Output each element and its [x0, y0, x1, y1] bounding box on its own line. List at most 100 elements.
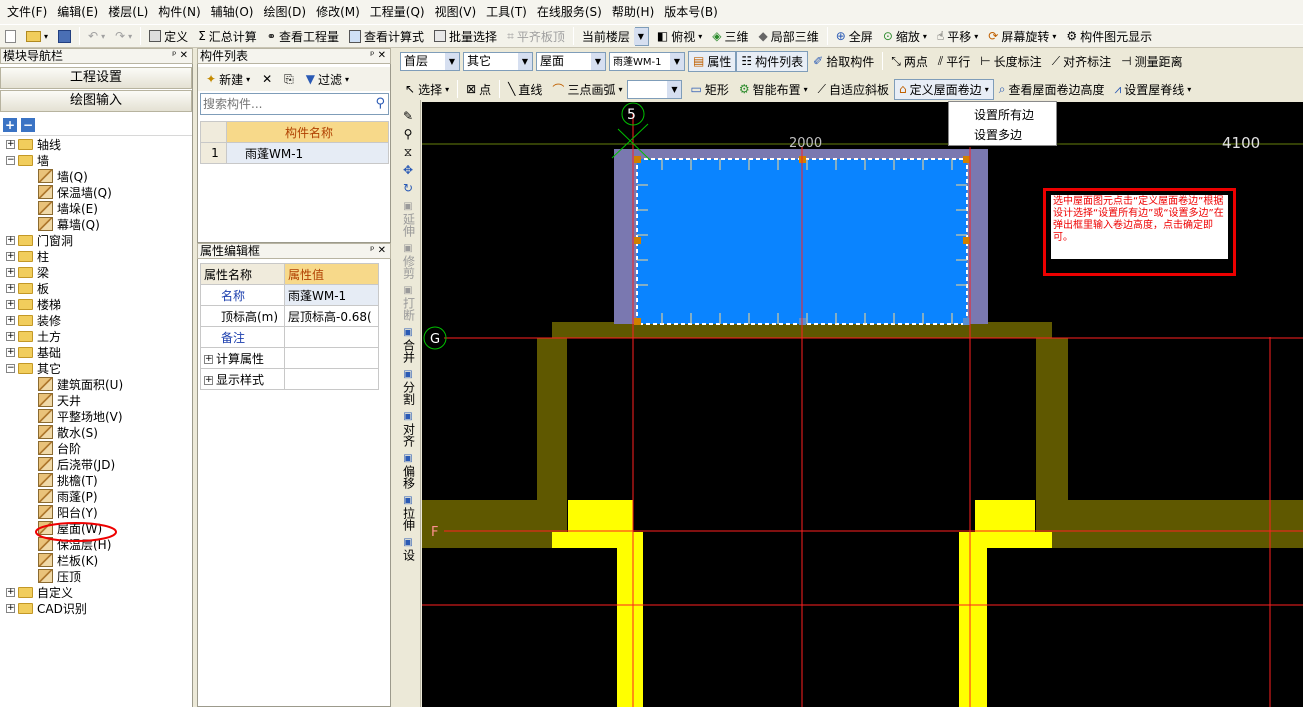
view-quantity-button[interactable]: ⚭ 查看工程量: [262, 26, 344, 47]
grip-handle[interactable]: [634, 237, 641, 244]
expand-icon[interactable]: +: [204, 375, 213, 385]
select-button[interactable]: ↖ 选择 ▾: [400, 79, 454, 100]
tree-leaf-item[interactable]: 散水(S): [0, 424, 190, 440]
property-value-cell[interactable]: [284, 326, 379, 348]
tree-leaf-item[interactable]: 墙(Q): [0, 168, 190, 184]
drawing-input-button[interactable]: 绘图输入: [0, 90, 192, 112]
property-row[interactable]: 顶标高(m) 层顶标高-0.68(: [200, 305, 379, 327]
current-floor-button[interactable]: 当前楼层: [577, 26, 635, 47]
vertical-tool-button[interactable]: ▣ 修剪: [395, 242, 421, 279]
menu-item[interactable]: 文件(F): [2, 1, 52, 23]
expand-all-icon[interactable]: +: [3, 118, 17, 132]
screen-rotate-button[interactable]: ⟳ 屏幕旋转 ▾: [983, 26, 1061, 47]
menu-item-set-all-edges[interactable]: 设置所有边: [949, 105, 1056, 125]
table-row[interactable]: 1 雨蓬WM-1: [200, 142, 389, 164]
search-icon[interactable]: ⚲: [375, 96, 385, 111]
pin-icon[interactable]: ᵖ ✕: [172, 49, 192, 63]
tree-folder-item[interactable]: + 板: [0, 280, 190, 296]
tree-leaf-item[interactable]: 墙垛(E): [0, 200, 190, 216]
collapse-all-icon[interactable]: −: [21, 118, 35, 132]
tree-leaf-item[interactable]: 阳台(Y): [0, 504, 190, 520]
property-value-cell[interactable]: [284, 368, 379, 390]
rectangle-button[interactable]: ▭ 矩形: [685, 79, 733, 100]
vt-icon-1[interactable]: ✎: [395, 110, 421, 123]
expand-icon[interactable]: +: [204, 354, 213, 364]
expand-icon[interactable]: +: [6, 267, 15, 277]
view-roll-height-button[interactable]: ⌕ 查看屋面卷边高度: [994, 79, 1110, 100]
tree-leaf-item[interactable]: 后浇带(JD): [0, 456, 190, 472]
filter-button[interactable]: ▼ 过滤 ▾: [301, 69, 354, 90]
pick-component-button[interactable]: ✐ 拾取构件: [808, 51, 879, 72]
tree-folder-item[interactable]: + 柱: [0, 248, 190, 264]
component-select[interactable]: 雨蓬WM-1 ▼: [609, 51, 685, 71]
grip-handle[interactable]: [634, 156, 641, 163]
property-row[interactable]: + 显示样式: [200, 368, 379, 390]
expand-icon[interactable]: +: [6, 315, 15, 325]
property-row[interactable]: 名称 雨蓬WM-1: [200, 284, 379, 306]
pin-icon[interactable]: ᵖ ✕: [370, 49, 390, 63]
menu-item[interactable]: 工具(T): [481, 1, 532, 23]
expand-icon[interactable]: +: [6, 235, 15, 245]
pan-button[interactable]: ☝ 平移 ▾: [932, 26, 983, 47]
delete-component-button[interactable]: ✕: [257, 69, 277, 90]
adaptive-slope-button[interactable]: ⟋ 自适应斜板: [813, 79, 894, 100]
property-row[interactable]: + 计算属性: [200, 347, 379, 369]
component-list-button[interactable]: ☷ 构件列表: [736, 50, 809, 72]
define-button[interactable]: 定义: [144, 26, 193, 47]
grip-handle[interactable]: [963, 237, 970, 244]
vertical-tool-button[interactable]: ▣ 偏移: [395, 452, 421, 489]
property-row[interactable]: 备注: [200, 326, 379, 348]
save-button[interactable]: [53, 26, 76, 47]
collapse-icon[interactable]: −: [6, 155, 15, 165]
menu-item-set-multiple-edges[interactable]: 设置多边: [949, 125, 1056, 145]
vt-icon-2[interactable]: ⚲: [395, 128, 421, 141]
mirror-icon[interactable]: ⧖: [395, 146, 421, 159]
tree-leaf-item[interactable]: 挑檐(T): [0, 472, 190, 488]
property-button[interactable]: ▤ 属性: [688, 50, 737, 72]
set-ridge-button[interactable]: ⩘ 设置屋脊线 ▾: [1109, 79, 1196, 100]
copy-component-button[interactable]: ⎘: [279, 69, 299, 90]
expand-icon[interactable]: +: [6, 283, 15, 293]
grip-handle[interactable]: [634, 318, 641, 325]
menu-item[interactable]: 视图(V): [430, 1, 482, 23]
floor-scope-dropdown[interactable]: ▼: [633, 26, 649, 46]
smart-layout-button[interactable]: ⚙ 智能布置 ▾: [734, 79, 813, 100]
menu-item[interactable]: 编辑(E): [52, 1, 103, 23]
top-view-button[interactable]: ◧ 俯视 ▾: [652, 26, 707, 47]
new-component-button[interactable]: ✦ 新建 ▾: [201, 69, 255, 90]
project-settings-button[interactable]: 工程设置: [0, 67, 192, 89]
undo-button[interactable]: ↶ ▾: [83, 26, 110, 47]
view-formula-button[interactable]: 查看计算式: [344, 26, 429, 47]
arc-three-point-button[interactable]: ⌒ 三点画弧 ▾: [547, 79, 627, 100]
vertical-tool-button[interactable]: ▣ 对齐: [395, 410, 421, 447]
align-dim-button[interactable]: ⟋ 对齐标注: [1047, 51, 1116, 72]
expand-icon[interactable]: +: [6, 299, 15, 309]
two-points-button[interactable]: ⤡ 两点: [886, 51, 933, 72]
length-dim-button[interactable]: ⊢ 长度标注: [975, 51, 1046, 72]
tree-folder-item[interactable]: + 自定义: [0, 584, 190, 600]
tree-folder-item[interactable]: + 楼梯: [0, 296, 190, 312]
expand-icon[interactable]: +: [6, 347, 15, 357]
vertical-tool-button[interactable]: ▣ 拉伸: [395, 494, 421, 531]
tree-folder-item[interactable]: + CAD识别: [0, 600, 190, 616]
component-display-button[interactable]: ⚙ 构件图元显示: [1061, 26, 1157, 47]
collapse-icon[interactable]: −: [6, 363, 15, 373]
line-button[interactable]: ╲ 直线: [503, 79, 547, 100]
tree-leaf-item[interactable]: 栏板(K): [0, 552, 190, 568]
menu-item[interactable]: 构件(N): [153, 1, 205, 23]
parallel-button[interactable]: ⫽ 平行: [933, 51, 975, 72]
vertical-tool-button[interactable]: ▣ 合并: [395, 326, 421, 363]
expand-icon[interactable]: +: [6, 251, 15, 261]
tree-leaf-item[interactable]: 保温墙(Q): [0, 184, 190, 200]
pin-icon[interactable]: ᵖ ✕: [370, 244, 390, 258]
three-d-button[interactable]: ◈ 三维: [707, 26, 753, 47]
tree-leaf-item[interactable]: 雨蓬(P): [0, 488, 190, 504]
tree-folder-item[interactable]: + 轴线: [0, 136, 190, 152]
flush-slab-button[interactable]: ⌗ 平齐板顶: [502, 26, 570, 47]
type-select[interactable]: 其它 ▼: [463, 51, 533, 71]
tree-leaf-item[interactable]: 天井: [0, 392, 190, 408]
property-value-cell[interactable]: 层顶标高-0.68(: [284, 305, 379, 327]
define-roof-roll-button[interactable]: ⌂ 定义屋面卷边 ▾: [894, 78, 994, 100]
tree-folder-item[interactable]: − 墙: [0, 152, 190, 168]
floor-select[interactable]: 首层 ▼: [400, 51, 460, 71]
